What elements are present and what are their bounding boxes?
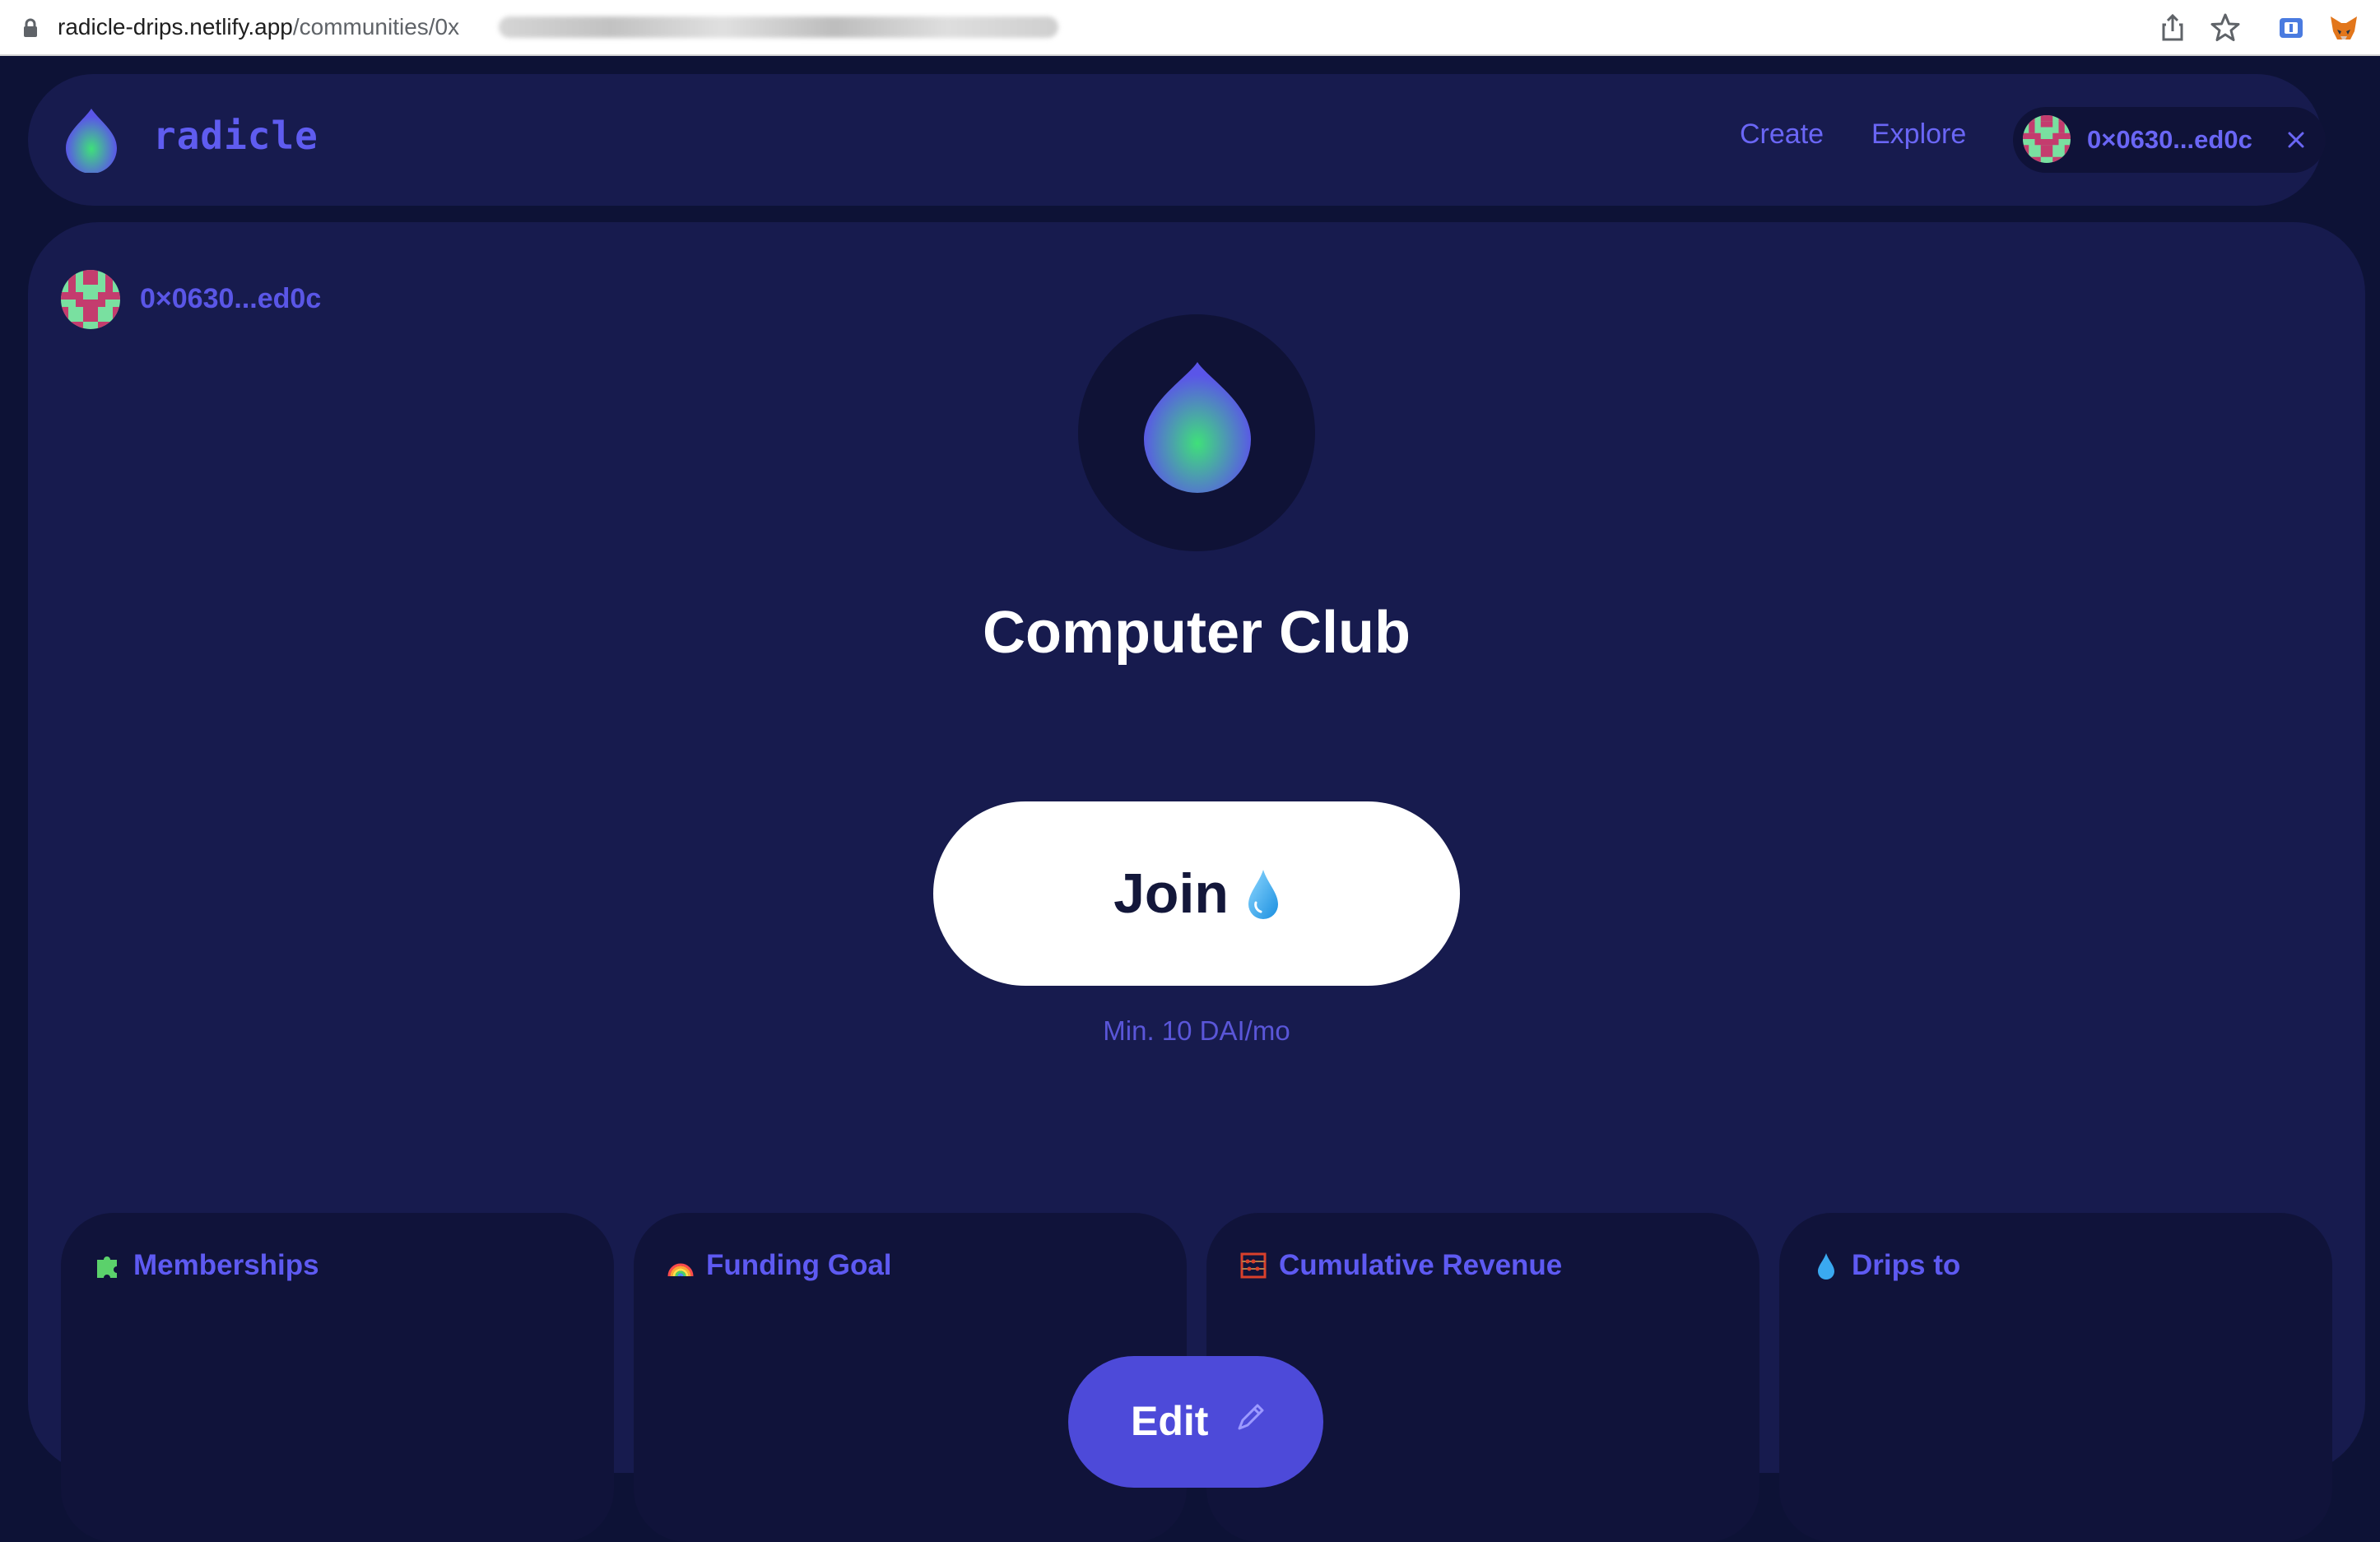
url-redacted (499, 16, 1058, 38)
wallet-avatar (2023, 115, 2071, 163)
nav-create-link[interactable]: Create (1740, 118, 1824, 151)
owner-address: 0×0630...ed0c (140, 283, 322, 314)
stat-label: Cumulative Revenue (1279, 1249, 1563, 1281)
wallet-address: 0×0630...ed0c (2087, 125, 2252, 154)
community-logo (1078, 314, 1315, 551)
community-card: 0×0630...ed0c Computer Club Join Min. 10… (28, 222, 2365, 1542)
metamask-fox-icon[interactable] (2327, 12, 2360, 44)
url-text[interactable]: radicle-drips.netlify.app/communities/0x (58, 10, 459, 44)
extension-icon[interactable] (2275, 12, 2308, 44)
abacus-icon (1240, 1252, 1267, 1279)
min-contribution-note: Min. 10 DAI/mo (1103, 1015, 1290, 1046)
edit-button[interactable]: Edit (1068, 1356, 1323, 1488)
puzzle-icon (97, 1256, 117, 1278)
url-host: radicle-drips.netlify.app (58, 14, 293, 39)
nav-explore-link[interactable]: Explore (1871, 118, 1966, 151)
lock-icon (24, 18, 37, 37)
wallet-connection-pill[interactable]: 0×0630...ed0c (2013, 107, 2326, 173)
close-icon[interactable] (2285, 128, 2308, 151)
edit-button-label: Edit (1131, 1398, 1209, 1444)
owner-avatar (61, 270, 120, 329)
join-button-label: Join (1113, 862, 1229, 925)
radicle-logo-drop-icon[interactable] (64, 107, 119, 173)
url-path: /communities/0x (292, 14, 460, 39)
join-button[interactable]: Join (933, 801, 1460, 986)
rainbow-icon (667, 1263, 694, 1277)
stat-label: Memberships (133, 1249, 319, 1281)
pencil-icon (1238, 1404, 1264, 1430)
community-title: Computer Club (983, 600, 1411, 666)
top-nav: radicle Create Explore 0×0630...ed0c (28, 74, 2326, 206)
drop-logo-icon (1144, 362, 1251, 493)
share-icon[interactable] (2156, 12, 2189, 44)
stat-label: Drips to (1852, 1249, 1961, 1281)
star-bookmark-icon[interactable] (2209, 12, 2242, 44)
stat-card-drips-to: Drips to (1779, 1213, 2332, 1542)
stat-card-memberships: Memberships (61, 1213, 614, 1542)
brand-name[interactable]: radicle (153, 114, 318, 158)
droplet-icon (1818, 1253, 1834, 1280)
droplet-icon (1248, 870, 1278, 919)
stat-label: Funding Goal (706, 1249, 892, 1281)
browser-address-bar[interactable]: radicle-drips.netlify.app/communities/0x (0, 0, 2380, 56)
